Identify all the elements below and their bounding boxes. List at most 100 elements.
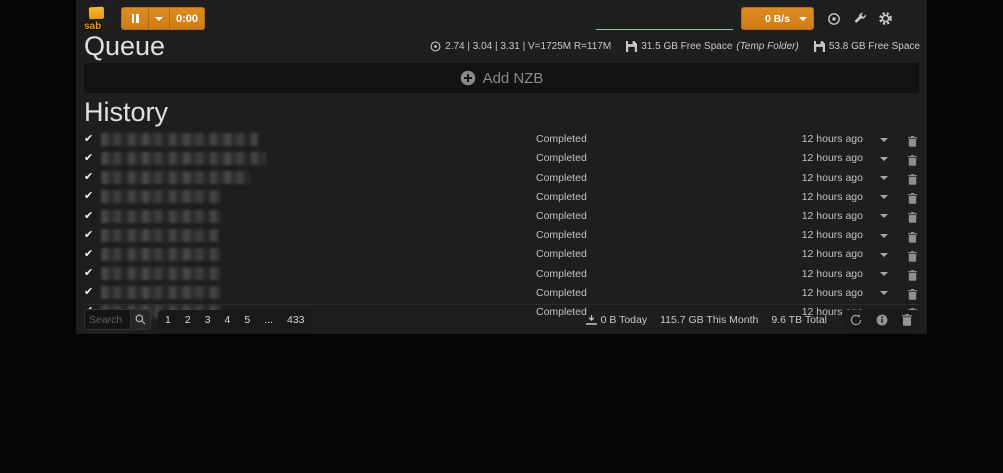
stat-month-text: 115.7 GB This Month xyxy=(660,314,758,326)
job-name-redacted[interactable] xyxy=(101,229,219,242)
row-actions-dropdown[interactable] xyxy=(880,253,888,257)
completed-check-icon: ✔ xyxy=(84,211,101,222)
search-icon xyxy=(135,314,146,325)
wrench-icon[interactable] xyxy=(852,11,867,26)
page-button-4[interactable]: 4 xyxy=(218,310,238,330)
free-space: 53.8 GB Free Space xyxy=(814,41,920,52)
job-name-redacted[interactable] xyxy=(101,152,266,165)
trash-icon xyxy=(908,270,917,281)
temp-free-space-text: 31.5 GB Free Space xyxy=(641,41,732,52)
job-status: Completed xyxy=(536,172,587,184)
job-age: 12 hours ago xyxy=(802,152,863,164)
job-status: Completed xyxy=(536,229,587,241)
row-actions-dropdown[interactable] xyxy=(880,157,888,161)
logo-text: sab xyxy=(84,21,101,32)
page-button-3[interactable]: 3 xyxy=(198,310,218,330)
row-actions-dropdown[interactable] xyxy=(880,234,888,238)
job-name-redacted[interactable] xyxy=(101,171,251,184)
completed-check-icon: ✔ xyxy=(84,153,101,164)
history-list: ✔ Completed 12 hours ago ✔ Completed 12 … xyxy=(84,130,919,322)
job-name-redacted[interactable] xyxy=(101,248,221,261)
trash-icon xyxy=(908,136,917,147)
job-name-redacted[interactable] xyxy=(101,286,221,299)
speed-graph-flatline xyxy=(596,29,733,30)
gear-icon[interactable] xyxy=(878,11,893,26)
page-button-5[interactable]: 5 xyxy=(237,310,257,330)
job-status: Completed xyxy=(536,133,587,145)
system-load: 2.74 | 3.04 | 3.31 | V=1725M R=117M xyxy=(430,41,611,52)
disk-icon xyxy=(814,41,825,52)
completed-check-icon: ✔ xyxy=(84,230,101,241)
job-age: 12 hours ago xyxy=(802,268,863,280)
page-button-433[interactable]: 433 xyxy=(280,310,312,330)
job-age: 12 hours ago xyxy=(802,133,863,145)
status-bar: 2.74 | 3.04 | 3.31 | V=1725M R=117M 31.5… xyxy=(430,41,920,52)
clear-history-button[interactable] xyxy=(902,314,912,326)
page-title-history: History xyxy=(84,98,927,126)
pause-dropdown-button[interactable] xyxy=(148,8,170,29)
status-circle-icon[interactable] xyxy=(826,11,841,26)
job-status: Completed xyxy=(536,191,587,203)
job-name-redacted[interactable] xyxy=(101,267,221,280)
pause-button[interactable] xyxy=(122,8,148,29)
history-row: ✔ Completed 12 hours ago xyxy=(84,168,919,187)
chevron-down-icon xyxy=(155,17,163,21)
history-row: ✔ Completed 12 hours ago xyxy=(84,283,919,302)
trash-icon xyxy=(908,174,917,185)
page-button-2[interactable]: 2 xyxy=(178,310,198,330)
footer-actions xyxy=(843,310,919,330)
add-nzb-button[interactable]: Add NZB xyxy=(84,63,919,93)
job-age: 12 hours ago xyxy=(802,172,863,184)
info-icon[interactable] xyxy=(876,314,888,326)
stat-today: 0 B Today xyxy=(586,314,648,326)
system-load-icon xyxy=(430,41,441,52)
job-age: 12 hours ago xyxy=(802,210,863,222)
history-footer: 12345...433 0 B Today 115.7 GB This Mont… xyxy=(84,304,919,332)
row-actions-dropdown[interactable] xyxy=(880,195,888,199)
disk-icon xyxy=(626,41,637,52)
queue-header-row: Queue 2.74 | 3.04 | 3.31 | V=1725M R=117… xyxy=(76,32,927,60)
refresh-icon[interactable] xyxy=(850,314,862,326)
trash-icon xyxy=(908,251,917,262)
sabnzbd-logo[interactable]: sab xyxy=(84,7,110,32)
stat-today-text: 0 B Today xyxy=(601,314,648,326)
add-nzb-label: Add NZB xyxy=(483,70,544,87)
app-window: sab 0:00 0 B/s xyxy=(76,0,927,334)
job-status: Completed xyxy=(536,248,587,260)
speed-limit-button[interactable]: 0 B/s xyxy=(741,7,814,30)
row-actions-dropdown[interactable] xyxy=(880,176,888,180)
history-row: ✔ Completed 12 hours ago xyxy=(84,149,919,168)
menu-icon[interactable] xyxy=(904,11,919,26)
stat-total-text: 9.6 TB Total xyxy=(771,314,827,326)
row-actions-dropdown[interactable] xyxy=(880,291,888,295)
job-name-redacted[interactable] xyxy=(101,210,221,223)
chevron-down-icon xyxy=(799,17,807,21)
page-button-1[interactable]: 1 xyxy=(158,310,178,330)
completed-check-icon: ✔ xyxy=(84,287,101,298)
stat-total: 9.6 TB Total xyxy=(771,314,827,326)
row-actions-dropdown[interactable] xyxy=(880,138,888,142)
system-load-text: 2.74 | 3.04 | 3.31 | V=1725M R=117M xyxy=(445,41,611,52)
search-input[interactable] xyxy=(84,309,130,330)
download-icon xyxy=(586,315,597,325)
job-name-redacted[interactable] xyxy=(101,190,221,203)
pause-control: 0:00 xyxy=(121,7,205,30)
trash-icon xyxy=(908,232,917,243)
pause-timer[interactable]: 0:00 xyxy=(170,8,204,29)
job-age: 12 hours ago xyxy=(802,229,863,241)
free-space-text: 53.8 GB Free Space xyxy=(829,41,920,52)
job-status: Completed xyxy=(536,210,587,222)
speed-label: 0 B/s xyxy=(765,13,790,25)
page-title-queue: Queue xyxy=(84,32,165,60)
search-button[interactable] xyxy=(130,309,151,330)
job-status: Completed xyxy=(536,268,587,280)
plus-circle-icon xyxy=(460,70,476,86)
trash-icon xyxy=(908,193,917,204)
temp-folder-note: (Temp Folder) xyxy=(736,41,798,52)
job-name-redacted[interactable] xyxy=(101,133,258,146)
row-actions-dropdown[interactable] xyxy=(880,272,888,276)
page-button-...: ... xyxy=(257,310,280,330)
row-actions-dropdown[interactable] xyxy=(880,214,888,218)
job-age: 12 hours ago xyxy=(802,287,863,299)
header-icons xyxy=(826,11,919,26)
